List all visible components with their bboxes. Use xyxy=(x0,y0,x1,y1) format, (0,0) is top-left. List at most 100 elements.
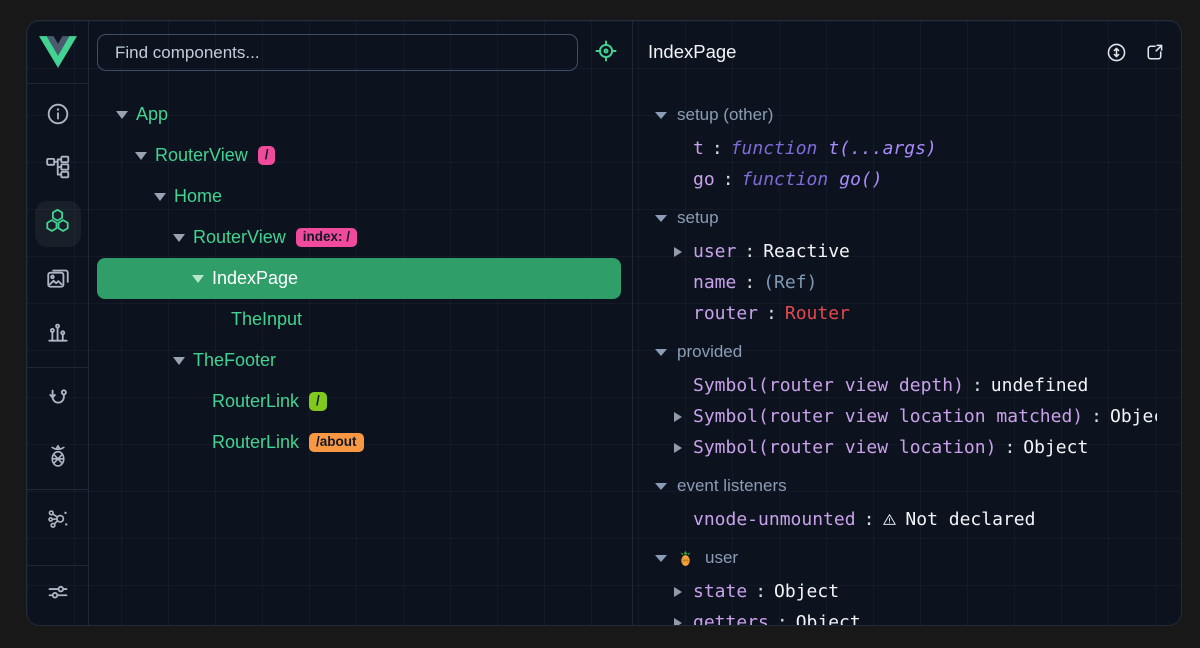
function-signature: t(...args) xyxy=(828,138,936,159)
component-name: TheInput xyxy=(231,309,302,330)
sidebar-item-settings[interactable] xyxy=(35,571,81,617)
expand-arrow-icon[interactable] xyxy=(674,587,693,597)
section-title: setup xyxy=(677,208,719,228)
inspector-title: IndexPage xyxy=(648,21,736,83)
route-badge: / xyxy=(258,146,276,165)
inspector-section: event listenersvnode-unmounted: Not decl… xyxy=(655,468,1157,535)
property-key: go xyxy=(693,169,715,190)
section-title: provided xyxy=(677,342,742,362)
open-in-editor-icon[interactable] xyxy=(1143,41,1166,64)
search-box xyxy=(97,34,578,71)
section-header-event-listeners[interactable]: event listeners xyxy=(655,468,1157,504)
key-value-separator: : xyxy=(744,241,755,262)
component-name: RouterView xyxy=(155,145,248,166)
router-hook-icon xyxy=(45,384,71,415)
tree-item-indexpage[interactable]: IndexPage xyxy=(97,258,621,299)
sidebar-item-router[interactable] xyxy=(35,376,81,422)
assets-icon xyxy=(45,264,71,295)
component-name: RouterLink xyxy=(212,432,299,453)
sidebar-item-assets[interactable] xyxy=(35,256,81,302)
expand-arrow-icon[interactable] xyxy=(674,618,693,626)
tree-item-routerlink[interactable]: RouterLink/about xyxy=(97,422,621,463)
key-value-separator: : xyxy=(1004,437,1015,458)
route-badge: /about xyxy=(309,433,364,452)
property-key: Symbol(router view depth) xyxy=(693,375,964,396)
component-name: TheFooter xyxy=(193,350,276,371)
pinia-pineapple-icon xyxy=(45,443,71,474)
tree-item-home[interactable]: Home xyxy=(97,176,621,217)
property-row-name: name: (Ref) xyxy=(655,267,1157,298)
tree-item-thefooter[interactable]: TheFooter xyxy=(97,340,621,381)
tree-item-app[interactable]: App xyxy=(97,94,621,135)
search-input[interactable] xyxy=(113,42,562,64)
property-value: Object xyxy=(774,581,839,602)
sidebar-divider xyxy=(27,83,88,84)
settings-sliders-icon xyxy=(45,579,71,610)
sidebar-item-pinia[interactable] xyxy=(35,435,81,481)
inspector-panel: IndexPage setup (other) t: function t(...ar… xyxy=(632,21,1182,625)
component-picker-button[interactable] xyxy=(593,40,619,66)
property-row-symbol-router-view-depth-: Symbol(router view depth):undefined xyxy=(655,370,1157,401)
expand-toggle-icon[interactable] xyxy=(173,234,185,242)
tree-item-routerview[interactable]: RouterView / xyxy=(97,135,621,176)
section-title: event listeners xyxy=(677,476,787,496)
graph-icon xyxy=(45,506,71,537)
expand-toggle-icon[interactable] xyxy=(173,357,185,365)
sidebar-item-components[interactable] xyxy=(35,201,81,247)
section-header-provided[interactable]: provided xyxy=(655,334,1157,370)
section-header-user[interactable]: user xyxy=(655,540,1157,576)
property-key: t xyxy=(693,138,704,159)
vue-devtools-window: App RouterView / HomeRouterViewindex: / Inde… xyxy=(26,20,1182,626)
property-value: (Ref) xyxy=(763,272,817,293)
expand-arrow-icon[interactable] xyxy=(674,412,693,422)
property-row-router: router:Router xyxy=(655,298,1157,329)
section-header-setup-other-[interactable]: setup (other) xyxy=(655,97,1157,133)
tree-item-routerlink[interactable]: RouterLink/ xyxy=(97,381,621,422)
sidebar-item-timeline[interactable] xyxy=(35,311,81,357)
tree-item-theinput[interactable]: TheInput xyxy=(97,299,621,340)
route-badge: / xyxy=(309,392,327,411)
sidebar-divider xyxy=(27,565,88,566)
property-key: router xyxy=(693,303,758,324)
section-collapse-icon xyxy=(655,555,667,562)
pineapple-emoji-icon xyxy=(677,550,694,567)
tree-item-routerview[interactable]: RouterViewindex: / xyxy=(97,217,621,258)
expand-toggle-icon[interactable] xyxy=(116,111,128,119)
section-collapse-icon xyxy=(655,112,667,119)
sidebar-item-overview[interactable] xyxy=(35,93,81,139)
sidebar xyxy=(27,21,89,625)
components-hexagons-icon xyxy=(44,208,71,240)
sidebar-item-pages[interactable] xyxy=(35,146,81,192)
property-value: Not declared xyxy=(905,509,1035,530)
property-key: name xyxy=(693,272,736,293)
expand-toggle-icon[interactable] xyxy=(192,275,204,283)
key-value-separator: : xyxy=(712,138,723,159)
function-keyword: function xyxy=(731,138,818,159)
property-key: Symbol(router view location) xyxy=(693,437,996,458)
property-value: undefined xyxy=(991,375,1089,396)
expand-arrow-icon[interactable] xyxy=(674,443,693,453)
scroll-to-component-icon[interactable] xyxy=(1105,41,1128,64)
property-value: Object xyxy=(1110,406,1157,427)
warning-icon xyxy=(882,512,897,527)
component-name: RouterView xyxy=(193,227,286,248)
component-name: App xyxy=(136,104,168,125)
component-name: IndexPage xyxy=(212,268,298,289)
inspector-section: providedSymbol(router view depth):undefi… xyxy=(655,334,1157,463)
expand-toggle-icon[interactable] xyxy=(135,152,147,160)
section-collapse-icon xyxy=(655,215,667,222)
expand-arrow-icon[interactable] xyxy=(674,247,693,257)
property-row-user: user:Reactive xyxy=(655,236,1157,267)
property-value: Object xyxy=(1023,437,1088,458)
component-tree-icon xyxy=(45,154,71,185)
property-row-state: state:Object xyxy=(655,576,1157,607)
property-row-t: t: function t(...args) xyxy=(655,133,1157,164)
sidebar-item-graph[interactable] xyxy=(35,498,81,544)
section-header-setup[interactable]: setup xyxy=(655,200,1157,236)
key-value-separator: : xyxy=(1091,406,1102,427)
key-value-separator: : xyxy=(744,272,755,293)
property-key: vnode-unmounted xyxy=(693,509,856,530)
expand-toggle-icon[interactable] xyxy=(154,193,166,201)
info-icon xyxy=(45,101,71,132)
key-value-separator: : xyxy=(755,581,766,602)
